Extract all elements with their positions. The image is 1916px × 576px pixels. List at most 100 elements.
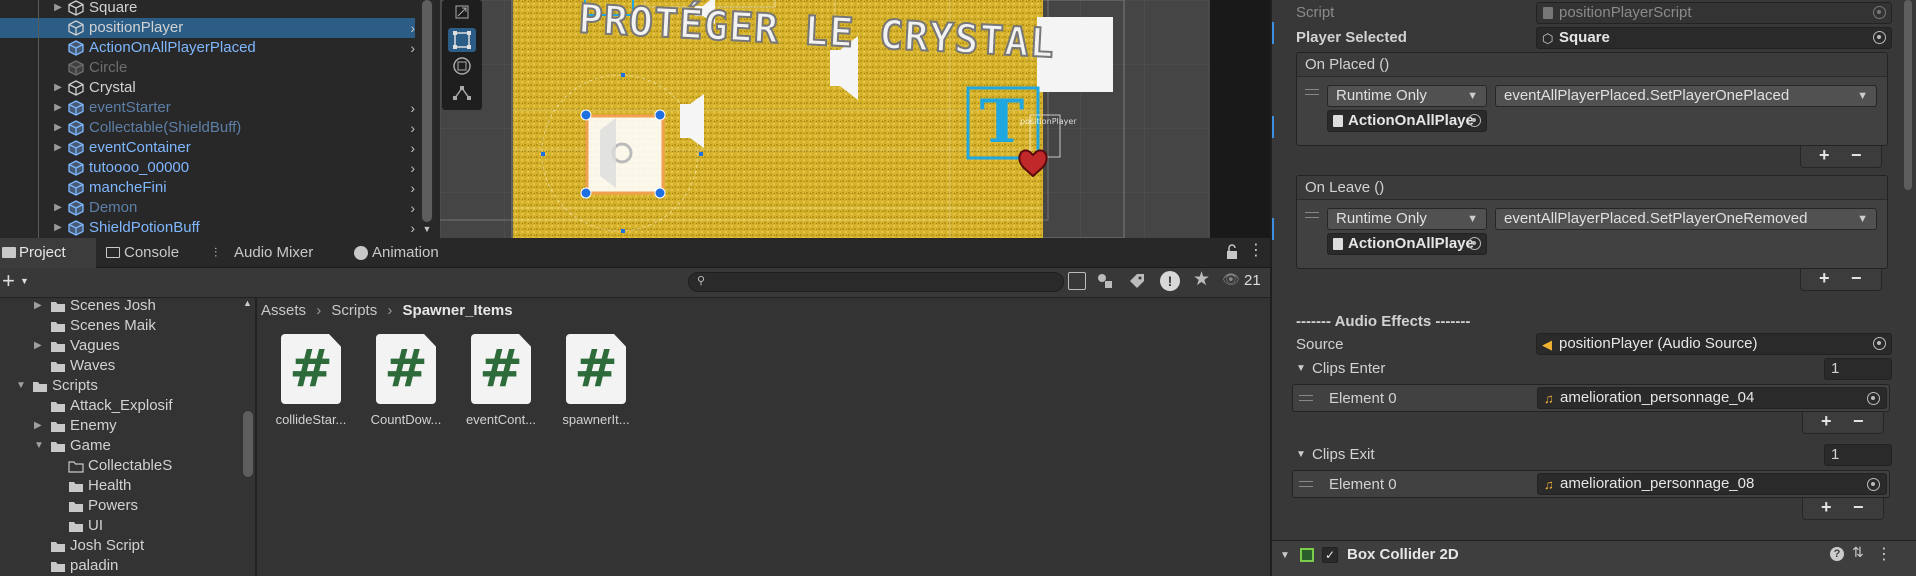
target-object-field[interactable]: ActionOnAllPlaye xyxy=(1327,110,1487,132)
folder-tree-item[interactable]: Josh Script xyxy=(0,536,240,556)
clip-field[interactable]: ♫ amelioration_personnage_08 xyxy=(1537,473,1887,495)
function-dropdown[interactable]: eventAllPlayerPlaced.SetPlayerOnePlaced ▼ xyxy=(1495,85,1877,107)
player-selected-field[interactable]: ⬡ Square xyxy=(1536,27,1892,49)
drag-handle-icon[interactable] xyxy=(1299,395,1313,401)
drag-handle-icon[interactable] xyxy=(1305,89,1319,95)
clip-field[interactable]: ♫ amelioration_personnage_04 xyxy=(1537,387,1887,409)
tab-console[interactable]: Console xyxy=(104,238,194,268)
lock-icon[interactable] xyxy=(1226,244,1238,259)
filter-icon[interactable] xyxy=(1096,272,1114,290)
clips-exit-foldout-arrow-icon[interactable]: ▼ xyxy=(1296,449,1306,460)
clips-exit-label[interactable]: Clips Exit xyxy=(1312,446,1375,463)
hierarchy-item[interactable]: ▶ Crystal xyxy=(0,78,415,98)
transform-tool-button[interactable] xyxy=(448,54,476,78)
foldout-arrow-icon[interactable]: ▶ xyxy=(52,198,64,218)
hierarchy-item[interactable]: Circle xyxy=(0,58,415,78)
runtime-mode-dropdown[interactable]: Runtime Only ▼ xyxy=(1327,85,1487,107)
folder-tree-item[interactable]: ▶ Scenes Josh xyxy=(0,298,240,316)
object-picker-icon[interactable] xyxy=(1873,31,1886,44)
clips-enter-size-field[interactable]: 1 xyxy=(1824,358,1892,380)
remove-button[interactable]: − xyxy=(1853,497,1864,518)
folder-tree-item[interactable]: ▼ Game xyxy=(0,436,240,456)
add-button[interactable]: + xyxy=(1821,411,1832,432)
folder-tree-item[interactable]: Powers xyxy=(0,496,240,516)
foldout-arrow-icon[interactable]: ▶ xyxy=(52,218,64,238)
open-prefab-chevron-icon[interactable]: › xyxy=(410,158,415,178)
inspector-scrollbar-thumb[interactable] xyxy=(1904,0,1912,190)
warning-icon[interactable]: ! xyxy=(1160,271,1180,291)
hierarchy-item[interactable]: ▶ Collectable(ShieldBuff) › xyxy=(0,118,415,138)
enabled-checkbox[interactable]: ✓ xyxy=(1322,547,1338,563)
breadcrumb-scripts[interactable]: Scripts xyxy=(331,302,377,319)
drag-handle-icon[interactable] xyxy=(1299,481,1313,487)
tree-scrollbar-thumb[interactable] xyxy=(243,411,253,477)
open-prefab-chevron-icon[interactable]: › xyxy=(410,218,415,238)
foldout-arrow-icon[interactable]: ▶ xyxy=(52,138,64,158)
rect-tool-button[interactable] xyxy=(448,28,476,52)
folder-tree-item[interactable]: UI xyxy=(0,516,240,536)
script-asset[interactable]: # CountDow... xyxy=(358,334,454,444)
hierarchy-item[interactable]: ▶ Square xyxy=(0,0,415,18)
clips-enter-foldout-arrow-icon[interactable]: ▼ xyxy=(1296,363,1306,374)
drag-handle-icon[interactable] xyxy=(1305,212,1319,218)
hierarchy-item[interactable]: mancheFini › xyxy=(0,178,415,198)
foldout-arrow-icon[interactable]: ▼ xyxy=(1280,550,1290,561)
search-input[interactable]: ⚲ xyxy=(688,272,1064,292)
runtime-mode-dropdown[interactable]: Runtime Only ▼ xyxy=(1327,208,1487,230)
object-picker-icon[interactable] xyxy=(1867,392,1880,405)
folder-tree-item[interactable]: Waves xyxy=(0,356,240,376)
chevron-down-icon[interactable]: ▼ xyxy=(20,276,29,286)
add-button[interactable]: + xyxy=(1821,497,1832,518)
folder-tree-item[interactable]: ▶ Vagues xyxy=(0,336,240,356)
script-asset[interactable]: # spawnerIt... xyxy=(548,334,644,444)
folder-tree-item[interactable]: Attack_Explosif xyxy=(0,396,240,416)
help-icon[interactable]: ? xyxy=(1830,547,1844,561)
add-button[interactable]: + xyxy=(1819,145,1830,166)
tree-scrollbar[interactable]: ▲ xyxy=(242,298,254,576)
remove-button[interactable]: − xyxy=(1853,411,1864,432)
open-prefab-chevron-icon[interactable]: › xyxy=(410,198,415,218)
label-tag-icon[interactable] xyxy=(1128,272,1146,290)
foldout-arrow-icon[interactable]: ▼ xyxy=(16,376,26,396)
open-prefab-chevron-icon[interactable]: › xyxy=(410,138,415,158)
object-picker-icon[interactable] xyxy=(1468,114,1481,127)
folder-tree-item[interactable]: paladin xyxy=(0,556,240,576)
foldout-arrow-icon[interactable]: ▶ xyxy=(34,298,42,316)
object-picker-icon[interactable] xyxy=(1468,237,1481,250)
tab-audio-mixer[interactable]: ⫶ Audio Mixer xyxy=(212,238,332,268)
function-dropdown[interactable]: eventAllPlayerPlaced.SetPlayerOneRemoved… xyxy=(1495,208,1877,230)
scene-view[interactable]: T positionPlayer PROTÉGER LE CRYSTAL xyxy=(440,0,1210,238)
open-prefab-chevron-icon[interactable]: › xyxy=(410,18,415,38)
foldout-arrow-icon[interactable]: ▼ xyxy=(34,436,44,456)
hierarchy-item[interactable]: ▶ Demon › xyxy=(0,198,415,218)
open-prefab-chevron-icon[interactable]: › xyxy=(410,178,415,198)
target-object-field[interactable]: ActionOnAllPlaye xyxy=(1327,233,1487,255)
create-plus-button[interactable]: + xyxy=(2,270,15,292)
foldout-arrow-icon[interactable]: ▶ xyxy=(34,336,42,356)
hierarchy-scrollbar[interactable] xyxy=(420,0,434,222)
folder-tree-item[interactable]: CollectableS xyxy=(0,456,240,476)
custom-tool-button[interactable] xyxy=(448,80,476,104)
clips-exit-size-field[interactable]: 1 xyxy=(1824,444,1892,466)
folder-tree-item[interactable]: ▼ Scripts xyxy=(0,376,240,396)
hierarchy-item[interactable]: ▶ eventStarter › xyxy=(0,98,415,118)
script-asset[interactable]: # eventCont... xyxy=(453,334,549,444)
foldout-arrow-icon[interactable]: ▶ xyxy=(52,78,64,98)
object-picker-icon[interactable] xyxy=(1873,337,1886,350)
source-field[interactable]: ◀ positionPlayer (Audio Source) xyxy=(1536,333,1892,355)
clips-enter-label[interactable]: Clips Enter xyxy=(1312,360,1385,377)
scroll-down-arrow-icon[interactable]: ▼ xyxy=(420,222,434,236)
tree-scroll-up-arrow-icon[interactable]: ▲ xyxy=(243,298,252,308)
remove-button[interactable]: − xyxy=(1851,145,1862,166)
tab-animation[interactable]: Animation xyxy=(352,238,462,268)
hierarchy-item[interactable]: ▶ ShieldPotionBuff › xyxy=(0,218,415,238)
foldout-arrow-icon[interactable]: ▶ xyxy=(52,0,64,18)
presets-icon[interactable]: ⇅ xyxy=(1852,544,1864,561)
hierarchy-item[interactable]: ▶ eventContainer › xyxy=(0,138,415,158)
breadcrumb-current[interactable]: Spawner_Items xyxy=(403,302,513,319)
hierarchy-item[interactable]: positionPlayer › xyxy=(0,18,415,38)
foldout-arrow-icon[interactable]: ▶ xyxy=(52,118,64,138)
folder-tree-item[interactable]: Scenes Maik xyxy=(0,316,240,336)
foldout-arrow-icon[interactable]: ▶ xyxy=(52,98,64,118)
inspector-scrollbar[interactable] xyxy=(1902,0,1914,540)
